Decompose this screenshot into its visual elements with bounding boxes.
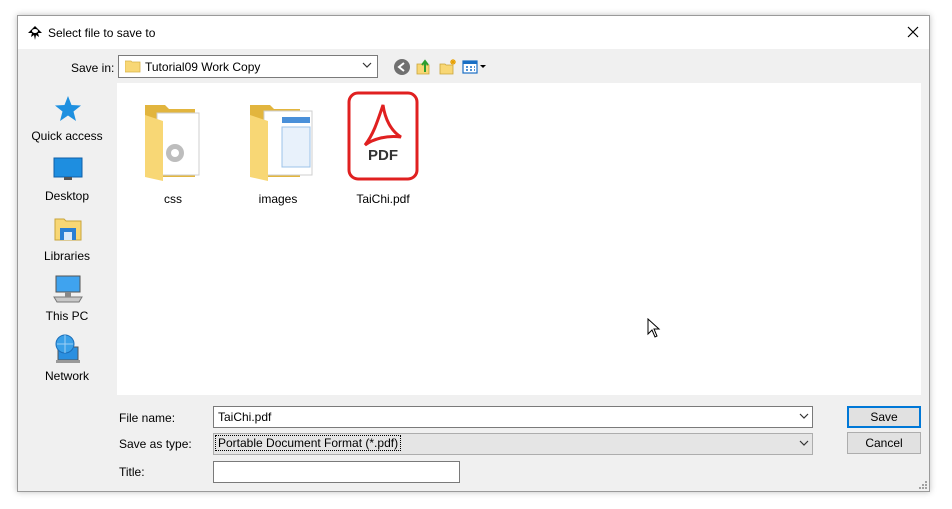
- save-in-value: Tutorial09 Work Copy: [145, 60, 261, 74]
- chevron-down-icon: [799, 440, 809, 446]
- resize-grip-icon[interactable]: [917, 479, 927, 489]
- file-name-value: TaiChi.pdf: [218, 410, 272, 424]
- place-label: This PC: [45, 309, 89, 323]
- file-name: images: [258, 192, 298, 206]
- inkscape-app-icon: [27, 25, 43, 41]
- view-menu-icon: [462, 60, 486, 74]
- file-item-images[interactable]: images: [238, 91, 318, 211]
- up-folder-icon: [416, 59, 430, 75]
- pdf-badge: PDF: [368, 147, 398, 164]
- network-icon: [55, 334, 80, 363]
- save-as-type-value: Portable Document Format (*.pdf): [214, 435, 402, 451]
- desktop-icon: [53, 157, 83, 180]
- cancel-button[interactable]: Cancel: [847, 432, 921, 454]
- place-desktop[interactable]: Desktop: [18, 153, 116, 213]
- libraries-icon: [54, 218, 82, 241]
- file-item-css[interactable]: css: [133, 91, 213, 211]
- window-title: Select file to save to: [48, 26, 156, 40]
- back-button[interactable]: [393, 58, 411, 76]
- place-label: Desktop: [44, 189, 90, 203]
- file-name-field[interactable]: TaiChi.pdf: [213, 406, 813, 428]
- title-bar: Select file to save to: [18, 16, 929, 49]
- save-as-type-label: Save as type:: [119, 437, 192, 451]
- chevron-down-icon: [362, 62, 372, 68]
- pdf-file-icon: [347, 91, 419, 181]
- up-folder-button[interactable]: [415, 58, 433, 76]
- folder-icon: [250, 105, 313, 181]
- save-in-combobox[interactable]: Tutorial09 Work Copy: [118, 55, 378, 78]
- place-this-pc[interactable]: This PC: [18, 273, 116, 333]
- title-label: Title:: [119, 465, 145, 479]
- chevron-down-icon: [799, 413, 809, 419]
- place-label: Network: [44, 369, 89, 383]
- star-icon: [55, 96, 81, 121]
- file-name-label: File name:: [119, 411, 176, 425]
- save-dialog: Select file to save to Save in: Tutorial…: [17, 15, 930, 492]
- folder-icon: [145, 105, 200, 181]
- title-field[interactable]: [213, 461, 460, 483]
- place-libraries[interactable]: Libraries: [18, 213, 116, 273]
- file-name: css: [164, 192, 182, 206]
- place-network[interactable]: Network: [18, 333, 116, 393]
- place-quick-access[interactable]: Quick access: [18, 93, 116, 153]
- view-menu-button[interactable]: [462, 58, 490, 76]
- save-button[interactable]: Save: [847, 406, 921, 428]
- save-as-type-select[interactable]: Portable Document Format (*.pdf): [213, 433, 813, 455]
- save-in-label: Save in:: [71, 61, 115, 75]
- file-item-taichi-pdf[interactable]: PDF TaiChi.pdf: [343, 91, 423, 211]
- place-label: Quick access: [31, 129, 103, 143]
- new-folder-button[interactable]: [439, 58, 457, 76]
- file-name: TaiChi.pdf: [356, 192, 410, 206]
- close-icon: [907, 26, 919, 38]
- back-arrow-icon: [394, 59, 410, 75]
- places-bar: Quick access Desktop Libraries This PC N…: [18, 83, 116, 399]
- close-button[interactable]: [897, 16, 929, 49]
- file-list-pane[interactable]: css images PDF TaiChi.pdf: [117, 83, 921, 395]
- place-label: Libraries: [43, 249, 91, 263]
- folder-icon: [125, 60, 141, 73]
- new-folder-icon: [439, 59, 456, 75]
- computer-icon: [53, 275, 83, 303]
- mouse-cursor-icon: [647, 318, 661, 338]
